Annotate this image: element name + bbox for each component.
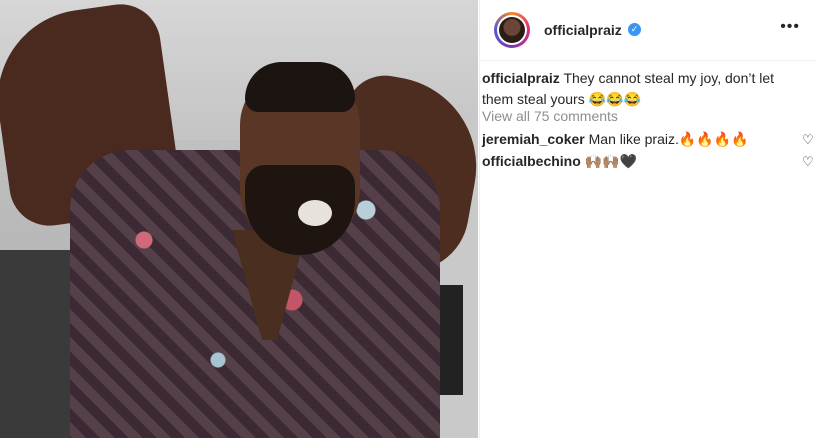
- avatar[interactable]: [494, 12, 530, 48]
- photo-mouth: [298, 200, 332, 226]
- post-side-panel: officialpraiz ✓ ••• officialpraiz They c…: [479, 0, 815, 438]
- comment-text: Man like praiz.🔥🔥🔥🔥: [588, 131, 749, 147]
- comment-item: officialbechino 🙌🏽🙌🏽🖤: [482, 153, 782, 170]
- avatar-inner: [497, 15, 527, 45]
- post-photo[interactable]: [0, 0, 478, 438]
- avatar-image: [499, 17, 525, 43]
- like-comment-heart-icon[interactable]: ♡: [802, 155, 815, 169]
- post-header: officialpraiz ✓ •••: [480, 0, 815, 61]
- comment-username[interactable]: officialbechino: [482, 153, 581, 169]
- post-username[interactable]: officialpraiz: [544, 22, 622, 38]
- verified-badge-icon: ✓: [628, 23, 641, 36]
- post-caption: officialpraiz They cannot steal my joy, …: [482, 68, 800, 110]
- more-options-icon[interactable]: •••: [780, 18, 800, 36]
- view-all-comments-link[interactable]: View all 75 comments: [482, 108, 618, 124]
- photo-hair: [245, 62, 355, 112]
- comment-text: 🙌🏽🙌🏽🖤: [584, 153, 637, 169]
- like-comment-heart-icon[interactable]: ♡: [802, 133, 815, 147]
- comment-username[interactable]: jeremiah_coker: [482, 131, 585, 147]
- comment-item: jeremiah_coker Man like praiz.🔥🔥🔥🔥: [482, 131, 782, 148]
- caption-username[interactable]: officialpraiz: [482, 70, 560, 86]
